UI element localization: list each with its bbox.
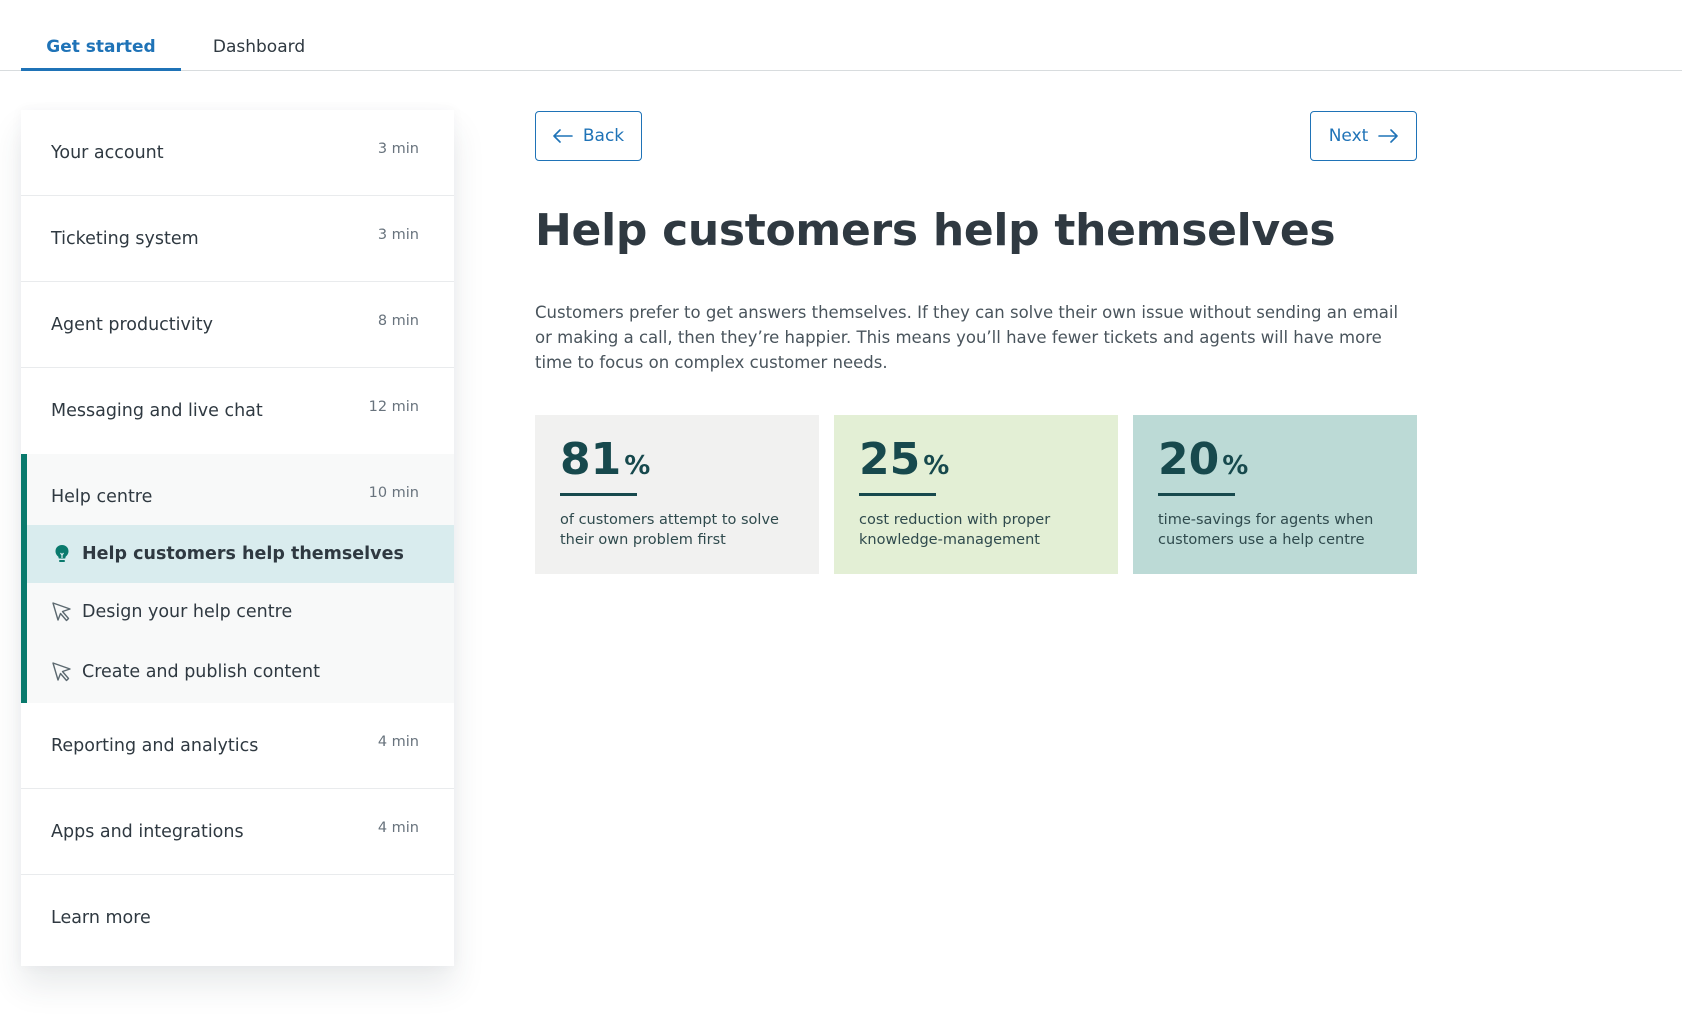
sidebar-group-help-centre: Help centre 10 min Help customers help t… (21, 454, 454, 703)
sidebar-item-duration: 12 min (368, 399, 419, 415)
sidebar-item-duration: 4 min (377, 734, 419, 750)
sidebar-item-help-centre[interactable]: Help centre 10 min (27, 454, 454, 525)
stat-caption: time-savings for agents when customers u… (1158, 512, 1374, 548)
sidebar-item-reporting-analytics[interactable]: Reporting and analytics 4 min (21, 703, 454, 789)
page-description: Customers prefer to get answers themselv… (535, 303, 1399, 372)
stat-card: 20% time-savings for agents when custome… (1133, 415, 1417, 574)
cursor-icon (51, 601, 73, 623)
sidebar-subitem-help-customers[interactable]: Help customers help themselves (27, 525, 454, 583)
sidebar-item-label: Apps and integrations (51, 822, 244, 842)
sidebar-item-ticketing-system[interactable]: Ticketing system 3 min (21, 196, 454, 282)
back-button-label: Back (582, 126, 625, 146)
sidebar-subitem-design-help-centre[interactable]: Design your help centre (27, 583, 454, 641)
next-button-label: Next (1328, 126, 1369, 146)
sidebar-subitem-label: Help customers help themselves (82, 544, 404, 564)
sidebar-item-learn-more[interactable]: Learn more (21, 875, 454, 966)
sidebar-item-apps-integrations[interactable]: Apps and integrations 4 min (21, 789, 454, 875)
stat-divider (859, 493, 936, 496)
sidebar-subitem-create-publish-content[interactable]: Create and publish content (27, 641, 454, 703)
tab-get-started-label: Get started (46, 37, 156, 57)
stats-row: 81% of customers attempt to solve their … (535, 415, 1417, 574)
sidebar-item-label: Messaging and live chat (51, 401, 263, 421)
sidebar-item-duration: 3 min (377, 141, 419, 157)
stat-value: 25% (859, 434, 950, 485)
sidebar-item-your-account[interactable]: Your account 3 min (21, 110, 454, 196)
stat-value: 81% (560, 434, 651, 485)
sidebar-item-agent-productivity[interactable]: Agent productivity 8 min (21, 282, 454, 368)
back-button[interactable]: Back (535, 111, 642, 161)
stat-card: 81% of customers attempt to solve their … (535, 415, 819, 574)
cursor-icon (51, 661, 73, 683)
stat-caption: of customers attempt to solve their own … (560, 512, 779, 548)
sidebar-nav: Your account 3 min Ticketing system 3 mi… (21, 110, 454, 966)
stat-caption: cost reduction with proper knowledge-man… (859, 512, 1051, 548)
arrow-right-icon (1378, 129, 1399, 143)
sidebar-item-label: Your account (51, 143, 164, 163)
sidebar-item-duration: 3 min (377, 227, 419, 243)
next-button[interactable]: Next (1310, 111, 1417, 161)
sidebar-item-duration: 8 min (377, 313, 419, 329)
sidebar-item-label: Agent productivity (51, 315, 213, 335)
sidebar-item-label: Learn more (51, 908, 151, 928)
sidebar-item-messaging-live-chat[interactable]: Messaging and live chat 12 min (21, 368, 454, 454)
stat-divider (560, 493, 637, 496)
stat-value: 20% (1158, 434, 1249, 485)
sidebar-item-label: Ticketing system (51, 229, 199, 249)
stat-card: 25% cost reduction with proper knowledge… (834, 415, 1118, 574)
tab-dashboard-label: Dashboard (212, 37, 306, 57)
tab-bar: Get started Dashboard (0, 0, 1682, 71)
sidebar-item-duration: 4 min (377, 820, 419, 836)
tab-get-started[interactable]: Get started (21, 32, 181, 71)
sidebar-item-label: Help centre (51, 487, 153, 507)
page-title: Help customers help themselves (535, 205, 1336, 256)
sidebar-item-duration: 10 min (368, 485, 419, 501)
sidebar-subitem-label: Create and publish content (82, 662, 321, 682)
sidebar-item-label: Reporting and analytics (51, 736, 259, 756)
arrow-left-icon (553, 129, 573, 143)
sidebar-subitem-label: Design your help centre (82, 602, 293, 622)
stat-divider (1158, 493, 1235, 496)
tab-dashboard[interactable]: Dashboard (190, 32, 328, 71)
lightbulb-icon (51, 543, 73, 565)
